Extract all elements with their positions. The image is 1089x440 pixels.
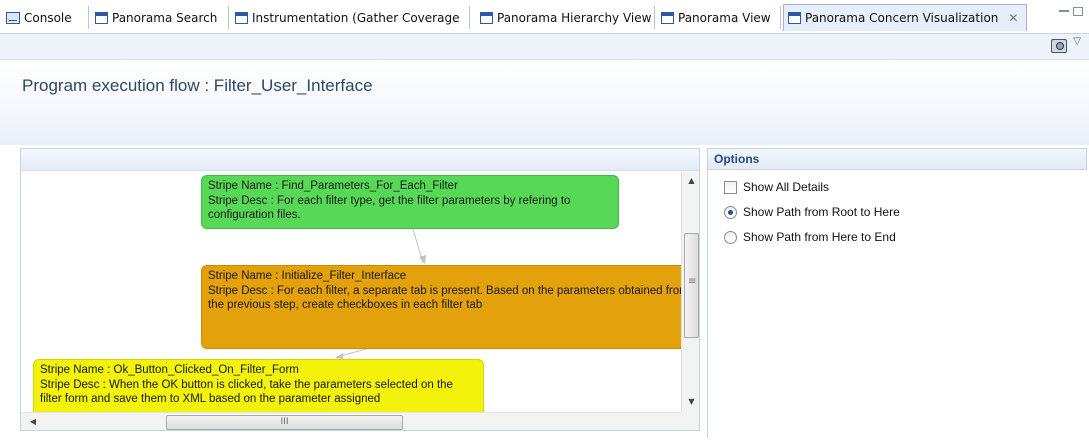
- stripe-node[interactable]: Stripe Name : Initialize_Filter_Interfac…: [201, 265, 681, 349]
- view-icon: [788, 12, 801, 24]
- option-label: Show All Details: [743, 180, 830, 194]
- tab-label: Panorama Search: [112, 10, 218, 25]
- scroll-down-icon[interactable]: ▼: [682, 394, 699, 410]
- tab-console[interactable]: Console: [2, 6, 89, 29]
- view-icon: [661, 11, 674, 24]
- show-path-root-to-here-radio[interactable]: Show Path from Root to Here: [724, 205, 900, 219]
- close-icon[interactable]: ✕: [1008, 11, 1018, 25]
- show-path-here-to-end-radio[interactable]: Show Path from Here to End: [724, 230, 896, 244]
- execution-flow-panel: Stripe Name : Find_Parameters_For_Each_F…: [20, 148, 700, 431]
- option-label: Show Path from Here to End: [743, 230, 896, 244]
- console-icon: [6, 11, 20, 24]
- flow-panel-header: [21, 149, 699, 171]
- options-panel: Options Show All Details Show Path from …: [707, 148, 1087, 438]
- tab-label: Console: [24, 10, 72, 25]
- tab-panorama-concern-visualization[interactable]: Panorama Concern Visualization ✕: [783, 4, 1027, 31]
- flow-canvas: Stripe Name : Find_Parameters_For_Each_F…: [21, 171, 681, 412]
- camera-icon[interactable]: [1051, 39, 1067, 53]
- view-icon: [480, 11, 493, 24]
- tab-panorama-view[interactable]: Panorama View: [657, 6, 781, 29]
- stripe-name: Stripe Name : Ok_Button_Clicked_On_Filte…: [40, 364, 299, 376]
- page-header: Program execution flow : Filter_User_Int…: [0, 60, 1089, 145]
- scroll-up-icon[interactable]: ▲: [682, 173, 699, 189]
- maximize-icon[interactable]: [1073, 7, 1083, 16]
- checkbox-box[interactable]: [724, 180, 737, 194]
- option-label: Show Path from Root to Here: [743, 205, 900, 219]
- tab-label: Panorama Hierarchy View: [497, 10, 652, 25]
- minimize-icon[interactable]: [1059, 10, 1069, 14]
- view-icon: [235, 11, 248, 24]
- tab-instrumentation[interactable]: Instrumentation (Gather Coverage: [231, 6, 470, 29]
- horizontal-scrollbar[interactable]: ◀ III ▶: [21, 412, 699, 430]
- view-window-controls: [1059, 7, 1083, 16]
- tab-panorama-hierarchy-view[interactable]: Panorama Hierarchy View: [476, 6, 655, 29]
- scroll-left-icon[interactable]: ◀: [25, 413, 41, 430]
- stripe-desc: Stripe Desc : When the OK button is clic…: [40, 378, 453, 406]
- scroll-corner: [681, 412, 699, 430]
- page-title: Program execution flow : Filter_User_Int…: [22, 76, 373, 95]
- view-menu-icon[interactable]: ▽: [1073, 36, 1081, 47]
- horizontal-scroll-thumb[interactable]: III: [166, 415, 403, 430]
- tab-panorama-search[interactable]: Panorama Search: [91, 6, 229, 29]
- radio-button[interactable]: [724, 230, 737, 244]
- options-title: Options: [708, 148, 1087, 170]
- radio-button-selected[interactable]: [724, 205, 737, 219]
- stripe-desc: Stripe Desc : For each filter type, get …: [208, 194, 571, 222]
- vertical-scroll-thumb[interactable]: [684, 233, 699, 338]
- view-toolbar: ▽: [0, 34, 1089, 60]
- stripe-desc: Stripe Desc : For each filter, a separat…: [208, 284, 681, 312]
- stripe-node[interactable]: Stripe Name : Ok_Button_Clicked_On_Filte…: [33, 359, 484, 412]
- tab-label: Instrumentation (Gather Coverage: [252, 10, 460, 25]
- stripe-node[interactable]: Stripe Name : Find_Parameters_For_Each_F…: [201, 175, 619, 229]
- tab-label: Panorama View: [678, 10, 771, 25]
- stripe-name: Stripe Name : Initialize_Filter_Interfac…: [208, 270, 407, 282]
- vertical-scrollbar[interactable]: ▲ ▼: [681, 171, 699, 412]
- view-tab-bar: Console Panorama Search Instrumentation …: [0, 0, 1089, 34]
- tab-label: Panorama Concern Visualization: [805, 11, 999, 25]
- show-all-details-checkbox[interactable]: Show All Details: [724, 180, 829, 194]
- stripe-name: Stripe Name : Find_Parameters_For_Each_F…: [208, 180, 458, 192]
- view-icon: [95, 11, 108, 24]
